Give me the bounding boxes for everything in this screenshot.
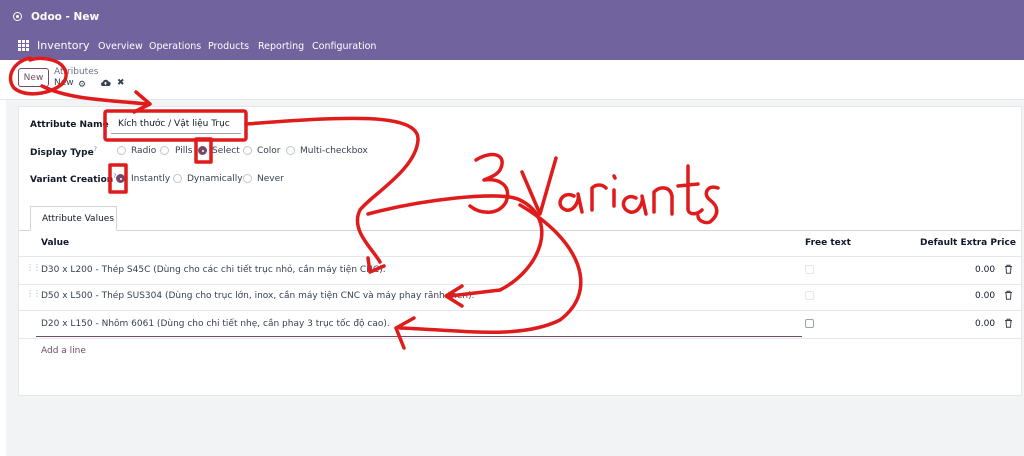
variant-creation-instantly-label: Instantly [131, 174, 171, 184]
new-button[interactable]: New [18, 68, 49, 87]
drag-handle-icon[interactable]: ⋮⋮ [26, 290, 41, 301]
display-type-label: Display Type? [30, 146, 97, 158]
table-row-value-editing[interactable]: D20 x L150 - Nhôm 6061 (Dùng cho chi tiế… [41, 319, 390, 329]
window-title: Odoo - New [31, 11, 100, 23]
trash-icon[interactable] [1004, 264, 1013, 274]
attribute-name-value[interactable]: Kích thước / Vật liệu Trục [118, 119, 230, 129]
table-row-value[interactable]: D50 x L500 - Thép SUS304 (Dùng cho trục … [41, 291, 474, 301]
column-header-free-text[interactable]: Free text [805, 238, 851, 248]
free-text-checkbox[interactable] [805, 319, 814, 328]
variant-creation-dynamically-label: Dynamically [187, 174, 243, 184]
row-divider [19, 310, 1021, 311]
editing-underline [36, 336, 802, 337]
menu-products[interactable]: Products [208, 41, 249, 52]
app-name[interactable]: Inventory [37, 39, 90, 52]
display-type-multi-checkbox-label: Multi-checkbox [300, 146, 368, 156]
drag-handle-icon[interactable]: ⋮⋮ [26, 264, 41, 275]
display-type-pills[interactable] [160, 146, 169, 155]
row-divider [19, 338, 1021, 339]
display-type-select-label: Select [212, 146, 240, 156]
tab-attribute-values-label: Attribute Values [42, 214, 115, 224]
variant-creation-never[interactable] [243, 174, 252, 183]
window-status-icon [13, 12, 22, 21]
attribute-name-label: Attribute Name [30, 120, 109, 130]
display-type-select[interactable] [198, 146, 207, 155]
breadcrumb-current: New [54, 78, 74, 88]
row-divider [19, 284, 1021, 285]
variant-creation-never-label: Never [257, 174, 284, 184]
control-panel: New Attributes New ⚙ ✖ [0, 60, 1024, 100]
trash-icon[interactable] [1004, 318, 1013, 328]
main-navbar: Inventory Overview Operations Products R… [0, 32, 1024, 60]
table-row-value[interactable]: D30 x L200 - Thép S45C (Dùng cho các chi… [41, 265, 386, 275]
extra-price-cell[interactable]: 0.00 [975, 265, 995, 275]
free-text-checkbox[interactable] [805, 265, 814, 274]
app-grid-icon[interactable] [18, 40, 29, 51]
gear-icon[interactable]: ⚙ [78, 80, 86, 90]
cloud-upload-icon[interactable] [100, 78, 111, 88]
display-type-pills-label: Pills [175, 146, 193, 156]
tab-divider [19, 230, 1021, 231]
menu-overview[interactable]: Overview [98, 41, 143, 52]
breadcrumb-attributes[interactable]: Attributes [54, 67, 98, 77]
header-divider [19, 256, 1021, 257]
display-type-color-label: Color [257, 146, 281, 156]
variant-creation-instantly[interactable] [116, 174, 125, 183]
variant-creation-label: Variant Creation? [30, 173, 117, 185]
menu-operations[interactable]: Operations [149, 41, 201, 52]
column-header-extra-price[interactable]: Default Extra Price [920, 238, 1016, 248]
extra-price-cell[interactable]: 0.00 [975, 291, 995, 301]
display-type-multi-checkbox[interactable] [286, 146, 295, 155]
variant-creation-dynamically[interactable] [173, 174, 182, 183]
discard-icon[interactable]: ✖ [117, 78, 125, 88]
trash-icon[interactable] [1004, 290, 1013, 300]
extra-price-cell[interactable]: 0.00 [975, 319, 995, 329]
display-type-radio[interactable] [117, 146, 126, 155]
menu-configuration[interactable]: Configuration [312, 41, 376, 52]
window-titlebar: Odoo - New [0, 0, 1024, 32]
column-header-value[interactable]: Value [41, 238, 69, 248]
display-type-color[interactable] [243, 146, 252, 155]
display-type-radio-label: Radio [131, 146, 157, 156]
menu-reporting[interactable]: Reporting [258, 41, 304, 52]
add-line-link[interactable]: Add a line [41, 346, 86, 356]
tab-attribute-values[interactable]: Attribute Values [30, 206, 117, 231]
free-text-checkbox[interactable] [805, 291, 814, 300]
